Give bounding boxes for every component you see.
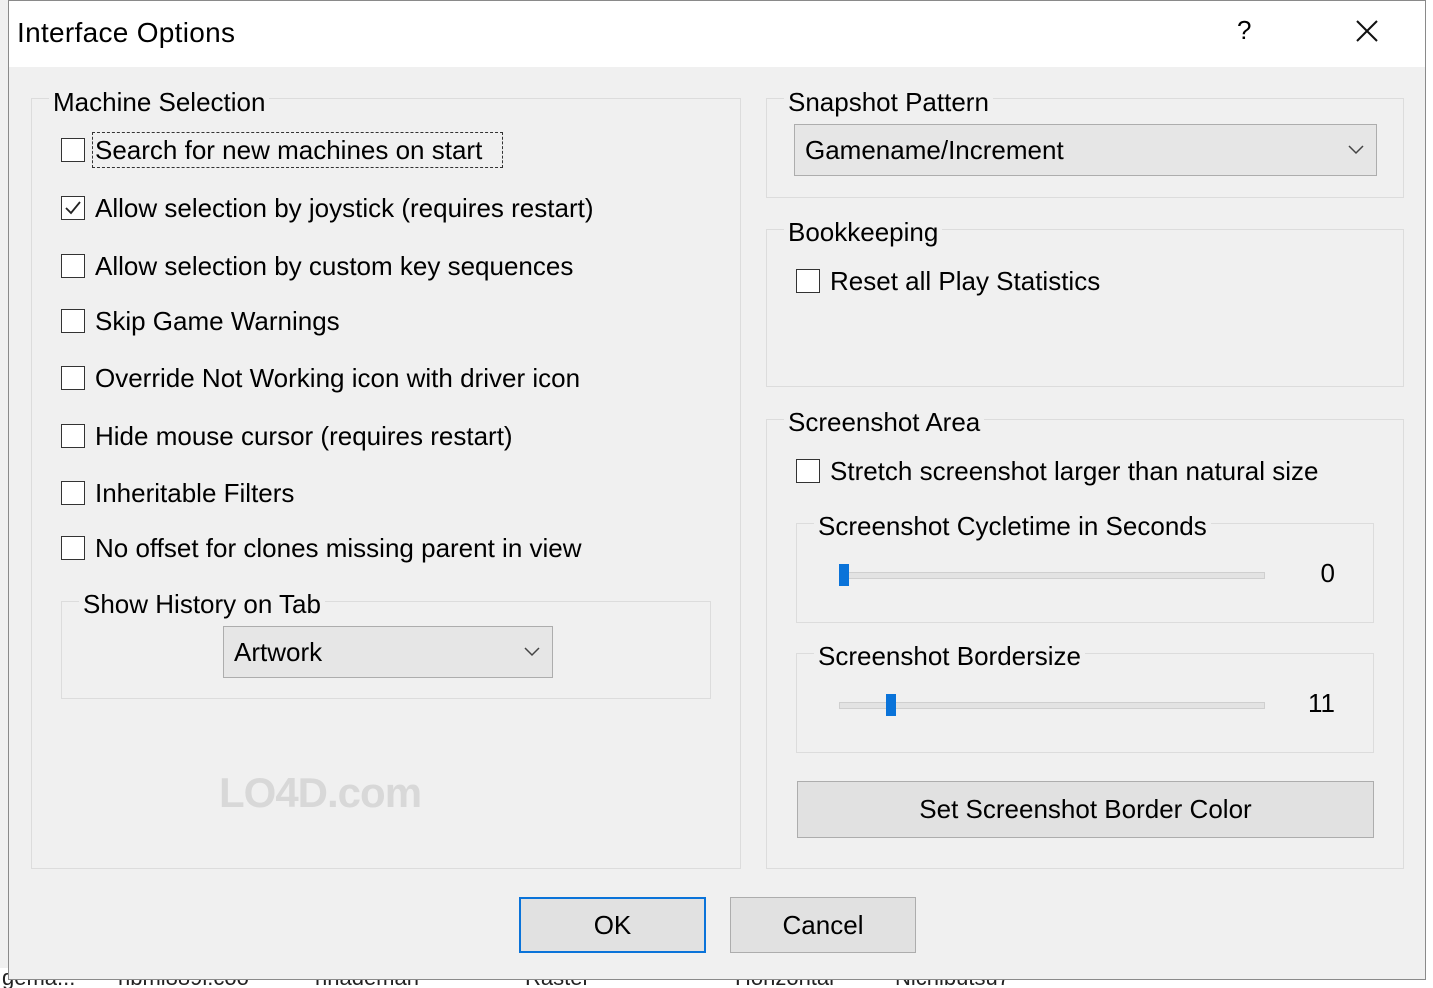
checkbox-box	[61, 254, 85, 278]
checkbox-box	[61, 196, 85, 220]
checkbox-label: Allow selection by joystick (requires re…	[95, 193, 594, 223]
chevron-down-icon	[1336, 145, 1376, 155]
checkmark-icon	[65, 201, 81, 215]
inheritable-filters-checkbox[interactable]: Inheritable Filters	[61, 478, 294, 508]
checkbox-box	[61, 309, 85, 333]
cycletime-slider-thumb[interactable]	[839, 564, 849, 586]
close-button[interactable]	[1349, 11, 1385, 47]
checkbox-label: Allow selection by custom key sequences	[95, 251, 574, 281]
bordersize-slider-thumb[interactable]	[885, 694, 896, 716]
help-button[interactable]: ?	[1237, 15, 1251, 46]
reset-play-statistics-checkbox[interactable]: Reset all Play Statistics	[796, 266, 1100, 296]
checkbox-label: Inheritable Filters	[95, 478, 295, 508]
background-window-edge-right	[1426, 0, 1433, 988]
checkbox-label: Reset all Play Statistics	[830, 266, 1101, 296]
search-new-machines-checkbox[interactable]: Search for new machines on start	[61, 132, 504, 168]
screenshot-area-label: Screenshot Area	[784, 407, 985, 437]
checkbox-label: Hide mouse cursor (requires restart)	[95, 421, 513, 451]
stretch-screenshot-checkbox[interactable]: Stretch screenshot larger than natural s…	[796, 456, 1318, 486]
joystick-selection-checkbox[interactable]: Allow selection by joystick (requires re…	[61, 193, 594, 223]
override-not-working-icon-checkbox[interactable]: Override Not Working icon with driver ic…	[61, 363, 580, 393]
bordersize-label: Screenshot Bordersize	[814, 641, 1086, 671]
dropdown-value: Artwork	[234, 636, 323, 667]
machine-selection-label: Machine Selection	[49, 87, 270, 117]
checkbox-label: No offset for clones missing parent in v…	[95, 533, 582, 563]
hide-mouse-cursor-checkbox[interactable]: Hide mouse cursor (requires restart)	[61, 421, 513, 451]
checkbox-box	[796, 459, 820, 483]
set-border-color-button[interactable]: Set Screenshot Border Color	[797, 781, 1374, 838]
snapshot-pattern-dropdown[interactable]: Gamename/Increment	[794, 124, 1377, 176]
dropdown-value: Gamename/Increment	[805, 134, 1064, 165]
show-history-label: Show History on Tab	[79, 589, 325, 619]
checkbox-box	[61, 424, 85, 448]
checkbox-box	[61, 536, 85, 560]
cancel-button-label: Cancel	[782, 909, 864, 940]
close-icon	[1356, 20, 1378, 42]
checkbox-box	[796, 269, 820, 293]
checkbox-label: Skip Game Warnings	[95, 306, 340, 336]
cycletime-value: 0	[1320, 558, 1335, 588]
bordersize-slider-track[interactable]	[839, 702, 1265, 709]
no-offset-clones-checkbox[interactable]: No offset for clones missing parent in v…	[61, 533, 582, 563]
checkbox-label: Override Not Working icon with driver ic…	[95, 363, 581, 393]
checkbox-label: Stretch screenshot larger than natural s…	[830, 456, 1319, 486]
chevron-down-icon	[512, 647, 552, 657]
checkbox-box	[61, 366, 85, 390]
history-tab-dropdown[interactable]: Artwork	[223, 626, 553, 678]
interface-options-dialog: Interface Options ? Machine Selection Se…	[8, 0, 1426, 980]
skip-game-warnings-checkbox[interactable]: Skip Game Warnings	[61, 306, 340, 336]
bookkeeping-label: Bookkeeping	[784, 217, 943, 247]
ok-button[interactable]: OK	[519, 897, 706, 953]
title-bar: Interface Options ?	[9, 1, 1425, 67]
cycletime-label: Screenshot Cycletime in Seconds	[814, 511, 1211, 541]
watermark-logo: LO4D.com	[219, 769, 422, 816]
checkbox-box	[61, 481, 85, 505]
checkbox-label: Search for new machines on start	[91, 132, 504, 168]
custom-key-sequences-checkbox[interactable]: Allow selection by custom key sequences	[61, 251, 573, 281]
bookkeeping-group	[766, 229, 1404, 387]
bordersize-value: 11	[1308, 688, 1335, 718]
dialog-title: Interface Options	[17, 17, 236, 48]
checkbox-box	[61, 138, 85, 162]
cancel-button[interactable]: Cancel	[730, 897, 916, 953]
cycletime-slider-track[interactable]	[839, 572, 1265, 579]
ok-button-label: OK	[593, 909, 632, 940]
snapshot-pattern-label: Snapshot Pattern	[784, 87, 993, 117]
